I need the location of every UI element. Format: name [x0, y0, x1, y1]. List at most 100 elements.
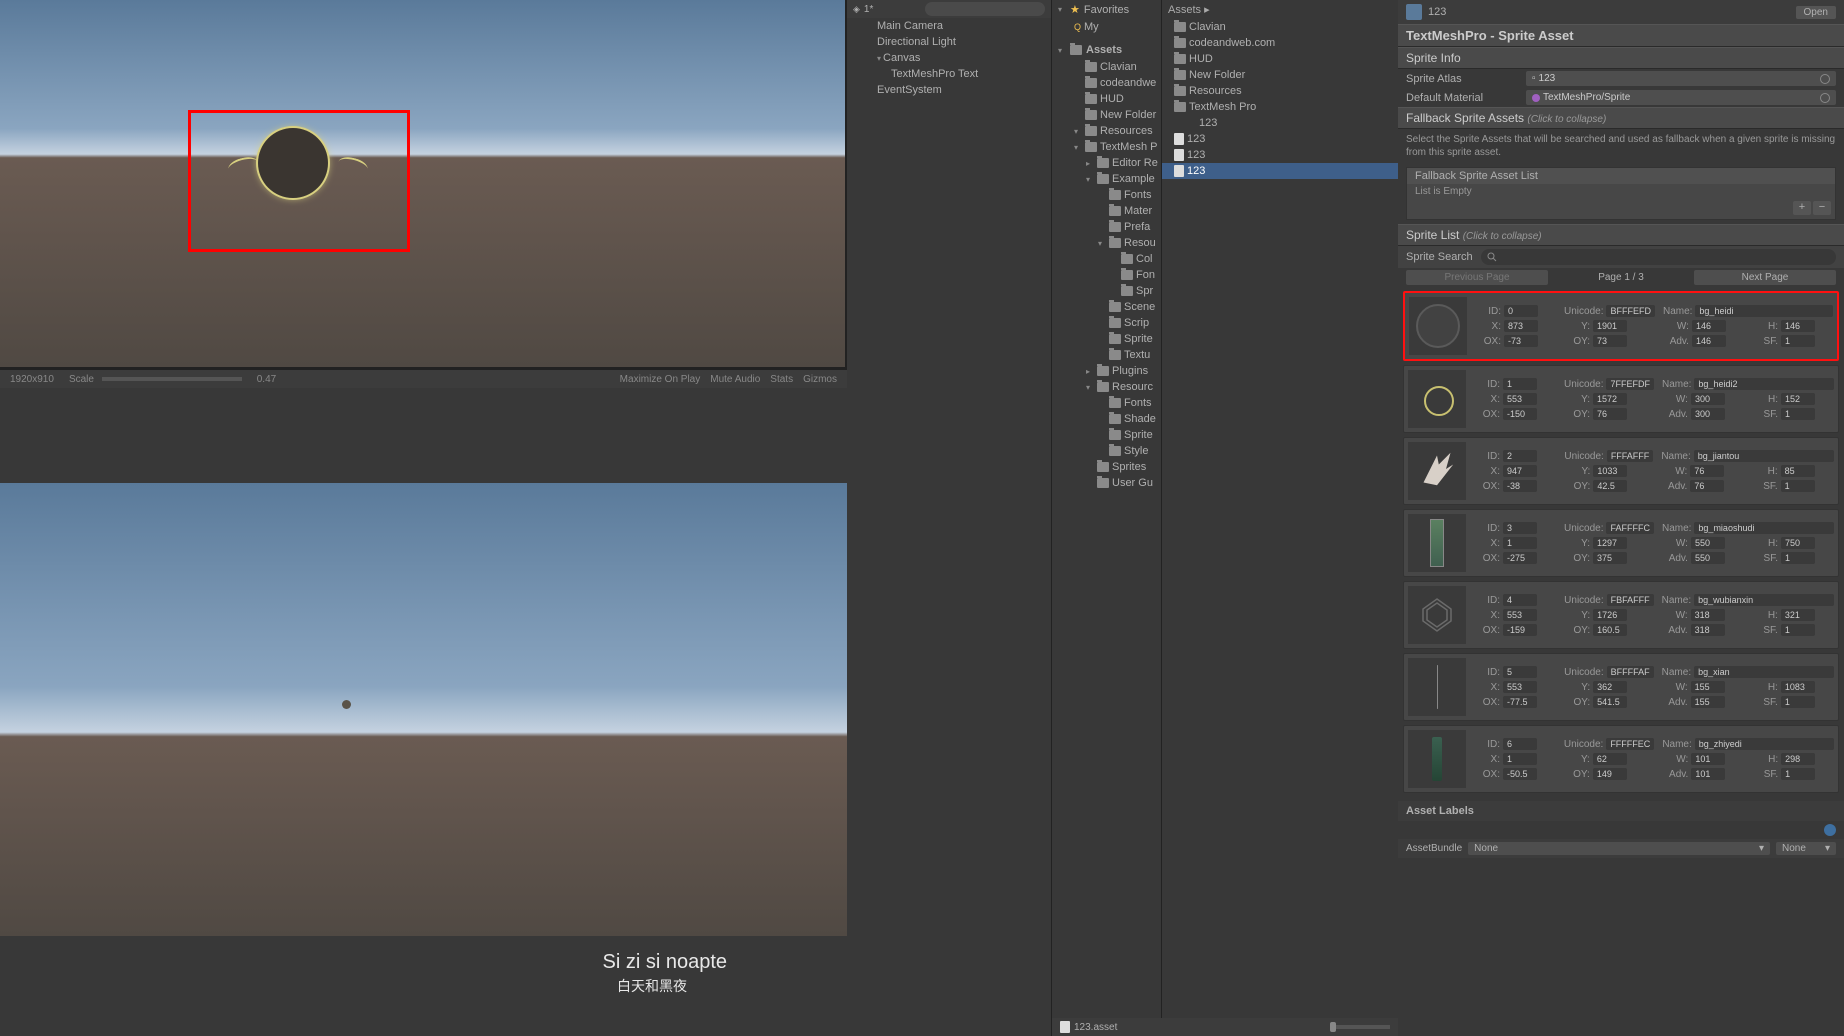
- sprite-entry[interactable]: ID:0 Unicode:BFFFEFD Name:bg_heidi X:873…: [1403, 291, 1839, 361]
- breadcrumb[interactable]: Assets ▸: [1162, 0, 1398, 19]
- asset-item[interactable]: HUD: [1162, 51, 1398, 67]
- sprite-entry[interactable]: ID:2 Unicode:FFFAFFF Name:bg_jiantou X:9…: [1403, 437, 1839, 505]
- asset-item[interactable]: Clavian: [1162, 19, 1398, 35]
- next-page-button[interactable]: Next Page: [1694, 270, 1836, 285]
- add-button[interactable]: +: [1793, 201, 1811, 215]
- folder-item[interactable]: Sprite: [1052, 427, 1161, 443]
- folder-item[interactable]: HUD: [1052, 91, 1161, 107]
- scene-view[interactable]: [0, 483, 847, 936]
- hierarchy-item[interactable]: Canvas: [847, 50, 1051, 66]
- assetbundle-label: AssetBundle: [1406, 843, 1462, 854]
- folder-icon: [1109, 398, 1121, 408]
- sprite-atlas-label: Sprite Atlas: [1406, 73, 1526, 85]
- asset-item[interactable]: 123: [1162, 147, 1398, 163]
- folder-item[interactable]: ▾Resou: [1052, 235, 1161, 251]
- folder-icon: [1121, 270, 1133, 280]
- folder-icon: [1109, 430, 1121, 440]
- folder-item[interactable]: Style: [1052, 443, 1161, 459]
- game-view[interactable]: [0, 0, 847, 370]
- folder-item[interactable]: Scene: [1052, 299, 1161, 315]
- asset-item[interactable]: Resources: [1162, 83, 1398, 99]
- object-picker-icon[interactable]: [1820, 93, 1830, 103]
- subtitle-line2: 白天和黑夜: [617, 976, 687, 996]
- hierarchy-item[interactable]: Main Camera: [847, 18, 1051, 34]
- folder-icon: [1109, 446, 1121, 456]
- scene-name[interactable]: 1*: [864, 4, 873, 15]
- game-view-toolbar: 1920x910 Scale 0.47 Maximize On PlayMute…: [0, 370, 847, 388]
- open-button[interactable]: Open: [1796, 6, 1836, 19]
- search-icon: [1487, 252, 1497, 262]
- scale-slider[interactable]: [102, 377, 242, 381]
- remove-button[interactable]: −: [1813, 201, 1831, 215]
- default-material-field[interactable]: TextMeshPro/Sprite: [1526, 90, 1836, 105]
- game-toggle[interactable]: Stats: [770, 374, 793, 385]
- folder-item[interactable]: ▸Editor Re: [1052, 155, 1161, 171]
- asset-item[interactable]: codeandweb.com: [1162, 35, 1398, 51]
- folder-icon: [1097, 382, 1109, 392]
- sprite-atlas-field[interactable]: ▫123: [1526, 71, 1836, 86]
- resolution-label[interactable]: 1920x910: [10, 374, 54, 385]
- file-icon: [1174, 133, 1184, 145]
- scene-object: [342, 700, 351, 709]
- folder-item[interactable]: Spr: [1052, 283, 1161, 299]
- asset-item[interactable]: 123: [1162, 163, 1398, 179]
- folder-item[interactable]: ▾Resourc: [1052, 379, 1161, 395]
- game-toggle[interactable]: Maximize On Play: [620, 374, 701, 385]
- assetbundle-dropdown[interactable]: None▾: [1468, 842, 1770, 855]
- fallback-header[interactable]: Fallback Sprite Assets (Click to collaps…: [1398, 107, 1844, 129]
- sprite-entry[interactable]: ID:6 Unicode:FFFFFEC Name:bg_zhiyedi X:1…: [1403, 725, 1839, 793]
- sprite-entry[interactable]: ID:3 Unicode:FAFFFFC Name:bg_miaoshudi X…: [1403, 509, 1839, 577]
- hierarchy-search[interactable]: [925, 2, 1045, 16]
- folder-item[interactable]: ▾Resources: [1052, 123, 1161, 139]
- assets-root[interactable]: ▾ Assets: [1052, 41, 1161, 59]
- folder-icon: [1174, 70, 1186, 80]
- folder-item[interactable]: ▸Plugins: [1052, 363, 1161, 379]
- folder-item[interactable]: ▾TextMesh P: [1052, 139, 1161, 155]
- sprite-list-header[interactable]: Sprite List (Click to collapse): [1398, 224, 1844, 246]
- favorites-my[interactable]: Q My: [1052, 19, 1161, 35]
- sprite-entry[interactable]: ID:4 Unicode:FBFAFFF Name:bg_wubianxin X…: [1403, 581, 1839, 649]
- folder-item[interactable]: Fonts: [1052, 395, 1161, 411]
- folder-item[interactable]: codeandwe: [1052, 75, 1161, 91]
- asset-item[interactable]: New Folder: [1162, 67, 1398, 83]
- game-toggle[interactable]: Mute Audio: [710, 374, 760, 385]
- sprite-search-input[interactable]: [1481, 249, 1836, 265]
- sprite-entry[interactable]: ID:5 Unicode:BFFFFAF Name:bg_xian X:553 …: [1403, 653, 1839, 721]
- folder-item[interactable]: Shade: [1052, 411, 1161, 427]
- hierarchy-item[interactable]: Directional Light: [847, 34, 1051, 50]
- folder-icon: [1121, 254, 1133, 264]
- hierarchy-item[interactable]: TextMeshPro Text: [847, 66, 1051, 82]
- folder-icon: [1097, 174, 1109, 184]
- folder-icon: [1174, 102, 1186, 112]
- game-toggle[interactable]: Gizmos: [803, 374, 837, 385]
- folder-icon: [1174, 38, 1186, 48]
- folder-item[interactable]: Sprites: [1052, 459, 1161, 475]
- folder-item[interactable]: Mater: [1052, 203, 1161, 219]
- hierarchy-item[interactable]: EventSystem: [847, 82, 1051, 98]
- folder-item[interactable]: User Gu: [1052, 475, 1161, 491]
- favorites-header[interactable]: ▾★ Favorites: [1052, 0, 1161, 19]
- folder-item[interactable]: Fon: [1052, 267, 1161, 283]
- folder-icon: [1109, 206, 1121, 216]
- folder-item[interactable]: Scrip: [1052, 315, 1161, 331]
- folder-item[interactable]: Textu: [1052, 347, 1161, 363]
- folder-icon: [1109, 302, 1121, 312]
- folder-item[interactable]: Prefa: [1052, 219, 1161, 235]
- asset-item[interactable]: 123: [1162, 115, 1398, 131]
- object-picker-icon[interactable]: [1820, 74, 1830, 84]
- folder-item[interactable]: Sprite: [1052, 331, 1161, 347]
- folder-item[interactable]: Fonts: [1052, 187, 1161, 203]
- folder-item[interactable]: Col: [1052, 251, 1161, 267]
- default-material-label: Default Material: [1406, 92, 1526, 104]
- sprite-entry[interactable]: ID:1 Unicode:7FFEFDF Name:bg_heidi2 X:55…: [1403, 365, 1839, 433]
- folder-item[interactable]: New Folder: [1052, 107, 1161, 123]
- asset-item[interactable]: 123: [1162, 131, 1398, 147]
- tag-icon[interactable]: [1824, 824, 1836, 836]
- component-title: TextMeshPro - Sprite Asset: [1398, 24, 1844, 47]
- folder-item[interactable]: ▾Example: [1052, 171, 1161, 187]
- folder-item[interactable]: Clavian: [1052, 59, 1161, 75]
- assetbundle-variant-dropdown[interactable]: None▾: [1776, 842, 1836, 855]
- prev-page-button[interactable]: Previous Page: [1406, 270, 1548, 285]
- asset-item[interactable]: TextMesh Pro: [1162, 99, 1398, 115]
- thumbnail-slider[interactable]: [1330, 1025, 1390, 1029]
